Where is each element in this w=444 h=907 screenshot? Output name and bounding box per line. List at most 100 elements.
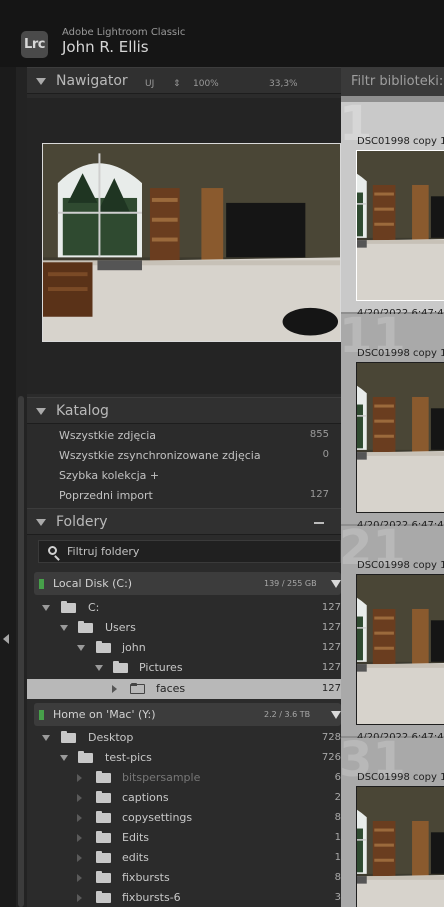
folder-row[interactable]: Pictures 127 xyxy=(27,658,341,678)
folder-name: C: xyxy=(88,601,100,614)
zoom-fit-option[interactable]: UJ xyxy=(145,79,154,89)
grid-cell-filename: DSC01998 copy 11 xyxy=(357,136,444,147)
identity-plate[interactable]: John R. Ellis xyxy=(62,38,149,56)
expand-triangle-icon[interactable] xyxy=(77,854,82,862)
disclosure-triangle-icon[interactable] xyxy=(95,665,103,671)
folder-row[interactable]: john 127 xyxy=(27,638,341,658)
library-filter-bar[interactable]: Filtr biblioteki: xyxy=(341,67,444,96)
folder-row[interactable]: C: 127 xyxy=(27,598,341,618)
expand-triangle-icon[interactable] xyxy=(77,874,82,882)
expand-triangle-icon[interactable] xyxy=(77,774,82,782)
left-panel-scroll-thumb[interactable] xyxy=(18,396,24,907)
folder-name: fixbursts-6 xyxy=(122,891,181,904)
catalog-title: Katalog xyxy=(56,403,109,419)
catalog-item-count: 127 xyxy=(309,489,329,500)
catalog-item-label: Poprzedni import xyxy=(59,489,153,502)
catalog-item-all-photos[interactable]: Wszystkie zdjęcia 855 xyxy=(32,426,337,446)
navigator-preview-area[interactable] xyxy=(27,98,341,394)
folder-row[interactable]: edits 1 xyxy=(27,848,341,868)
folder-name: Users xyxy=(105,621,136,634)
folder-row-selected[interactable]: faces 127 xyxy=(27,679,341,699)
catalog-item-quick-collection[interactable]: Szybka kolekcja + xyxy=(32,466,337,486)
expand-triangle-icon[interactable] xyxy=(77,794,82,802)
filter-folders-label: Filtruj foldery xyxy=(67,545,140,558)
zoom-100-option[interactable]: 100% xyxy=(193,79,219,89)
expand-triangle-icon[interactable] xyxy=(112,685,117,693)
grid-cell[interactable]: 11 DSC01998 copy 12 4/20/2022 6:47:48 xyxy=(341,308,444,531)
catalog-item-count: 855 xyxy=(309,429,329,440)
catalog-header[interactable]: Katalog xyxy=(27,397,341,424)
photo-thumbnail[interactable] xyxy=(356,150,444,301)
volume-bar-y[interactable]: Home on 'Mac' (Y:) 2.2 / 3.6 TB xyxy=(34,703,341,726)
search-icon xyxy=(48,546,57,555)
photo-thumbnail[interactable] xyxy=(356,786,444,907)
folder-name: Desktop xyxy=(88,731,134,744)
volume-status-led xyxy=(39,710,44,720)
folder-icon xyxy=(96,871,111,883)
volume-status-led xyxy=(39,579,44,589)
folder-row[interactable]: test-pics 726 xyxy=(27,748,341,768)
folder-icon xyxy=(61,601,76,613)
expand-triangle-icon[interactable] xyxy=(77,834,82,842)
zoom-fit-stepper[interactable]: ⇕ xyxy=(173,79,181,89)
volume-size: 139 / 255 GB xyxy=(264,579,317,588)
folder-count: 127 xyxy=(321,642,341,653)
collapse-triangle-icon[interactable] xyxy=(36,408,46,415)
catalog-item-previous-import[interactable]: Poprzedni import 127 xyxy=(32,486,337,506)
photo-thumbnail[interactable] xyxy=(356,362,444,513)
folder-name: faces xyxy=(156,682,186,695)
folder-row[interactable]: Users 127 xyxy=(27,618,341,638)
folder-row[interactable]: Edits 1 xyxy=(27,828,341,848)
collapse-left-panel-icon[interactable] xyxy=(3,634,9,644)
folders-title: Foldery xyxy=(56,514,108,530)
folder-icon xyxy=(96,791,111,803)
expand-triangle-icon[interactable] xyxy=(77,814,82,822)
folder-row[interactable]: fixbursts 8 xyxy=(27,868,341,888)
folder-name: john xyxy=(122,641,146,654)
navigator-preview-image[interactable] xyxy=(42,143,341,342)
folder-row[interactable]: fixbursts-6 3 xyxy=(27,888,341,907)
folder-name: Edits xyxy=(122,831,150,844)
navigator-header[interactable]: Nawigator UJ ⇕ 100% 33,3% xyxy=(27,67,341,94)
folder-name: edits xyxy=(122,851,149,864)
disclosure-triangle-icon[interactable] xyxy=(77,645,85,651)
volume-menu-icon[interactable] xyxy=(331,580,341,588)
navigator-title: Nawigator xyxy=(56,73,128,89)
catalog-item-label: Wszystkie zdjęcia xyxy=(59,429,157,442)
volume-bar-c[interactable]: Local Disk (C:) 139 / 255 GB xyxy=(34,572,341,595)
folder-name: copysettings xyxy=(122,811,193,824)
expand-triangle-icon[interactable] xyxy=(77,894,82,902)
folder-name: fixbursts xyxy=(122,871,170,884)
library-grid: Filtr biblioteki: 1 DSC01998 copy 11 4/2… xyxy=(341,67,444,907)
folder-row[interactable]: captions 2 xyxy=(27,788,341,808)
app-name: Adobe Lightroom Classic xyxy=(62,27,186,38)
remove-folder-button[interactable] xyxy=(314,522,324,524)
photo-thumbnail[interactable] xyxy=(356,574,444,725)
catalog-item-synced-photos[interactable]: Wszystkie zsynchronizowane zdjęcia 0 xyxy=(32,446,337,466)
disclosure-triangle-icon[interactable] xyxy=(42,735,50,741)
left-edge xyxy=(0,67,15,907)
grid-cell[interactable]: 31 DSC01998 copy 14 xyxy=(341,732,444,907)
folder-icon xyxy=(96,811,111,823)
filter-folders-field[interactable]: Filtruj foldery xyxy=(38,540,341,563)
volume-name: Local Disk (C:) xyxy=(53,577,133,590)
grid-cell[interactable]: 21 DSC01998 copy 13 4/20/2022 6:47:48 xyxy=(341,520,444,743)
volume-size: 2.2 / 3.6 TB xyxy=(264,710,311,719)
volume-menu-icon[interactable] xyxy=(331,711,341,719)
folder-icon xyxy=(96,771,111,783)
disclosure-triangle-icon[interactable] xyxy=(42,605,50,611)
disclosure-triangle-icon[interactable] xyxy=(60,625,68,631)
folders-header[interactable]: Foldery xyxy=(27,508,341,535)
grid-cell[interactable]: 1 DSC01998 copy 11 4/20/2022 6:47:48 xyxy=(341,96,444,319)
folder-row[interactable]: Desktop 728 xyxy=(27,728,341,748)
folder-count: 127 xyxy=(321,683,341,694)
zoom-custom-option[interactable]: 33,3% xyxy=(269,79,298,89)
collapse-triangle-icon[interactable] xyxy=(36,519,46,526)
folder-icon xyxy=(78,621,93,633)
volume-name: Home on 'Mac' (Y:) xyxy=(53,708,156,721)
folder-row[interactable]: bitspersample 6 xyxy=(27,768,341,788)
catalog-item-label: Wszystkie zsynchronizowane zdjęcia xyxy=(59,449,261,462)
collapse-triangle-icon[interactable] xyxy=(36,78,46,85)
disclosure-triangle-icon[interactable] xyxy=(60,755,68,761)
folder-row[interactable]: copysettings 8 xyxy=(27,808,341,828)
